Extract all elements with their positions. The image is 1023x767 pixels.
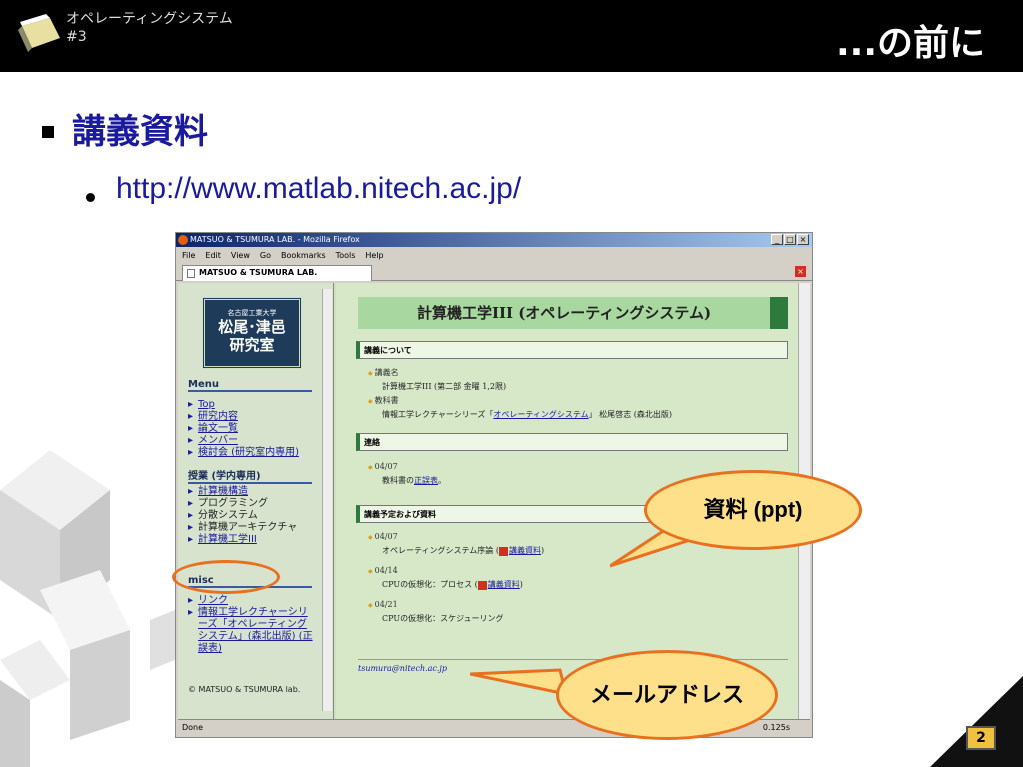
item-textbook: 教科書 情報工学レクチャーシリーズ「オペレーティングシステム」 松尾啓志 (森北… — [368, 395, 672, 421]
textbook-series: 情報工学レクチャーシリーズ「 — [382, 410, 494, 419]
section-classes: 授業 (学内専用) — [188, 467, 312, 484]
materials-link[interactable]: 講義資料 — [488, 580, 520, 589]
page-icon — [187, 269, 195, 278]
firefox-icon — [178, 235, 188, 245]
nav-papers[interactable]: 論文一覧 — [188, 423, 299, 435]
ppt-icon — [498, 546, 508, 556]
sidebar-scrollbar[interactable] — [322, 289, 332, 711]
lecture-number: #3 — [66, 29, 87, 45]
menu-edit[interactable]: Edit — [205, 251, 221, 260]
schedule-item-2: 04/14 CPUの仮想化：プロセス (講義資料) — [368, 565, 523, 591]
notice-text: 教科書の — [382, 476, 414, 485]
nav-top[interactable]: Top — [188, 399, 299, 411]
menu-tools[interactable]: Tools — [336, 251, 356, 260]
schedule-date: 04/14 — [368, 565, 523, 578]
label-course-name: 講義名 — [368, 367, 506, 380]
bullet-square-icon — [42, 126, 54, 138]
window-controls: _ □ × — [771, 234, 809, 245]
nav-research[interactable]: 研究内容 — [188, 411, 299, 423]
lab-logo: 名古屋工業大学 松尾･津邑 研究室 — [202, 297, 302, 369]
course-title: オペレーティングシステム #3 — [66, 10, 233, 46]
slide-header: オペレーティングシステム #3 ...の前に — [0, 0, 1023, 72]
callout-materials: 資料 (ppt) — [644, 470, 862, 550]
minimize-button[interactable]: _ — [771, 234, 783, 245]
menu-view[interactable]: View — [231, 251, 250, 260]
nav-programming: プログラミング — [188, 498, 297, 510]
lab-name-line2: 研究室 — [229, 336, 275, 354]
nav-members[interactable]: メンバー — [188, 435, 299, 447]
callout-pointer-2 — [470, 668, 569, 696]
corner-decoration — [930, 676, 1023, 767]
lab-url[interactable]: http://www.matlab.nitech.ac.jp/ — [116, 172, 521, 206]
misc-links: リンク 情報工学レクチャーシリーズ「オペレーティングシステム」(森北出版) (正… — [188, 595, 316, 655]
close-button[interactable]: × — [797, 234, 809, 245]
textbook-link[interactable]: オペレーティングシステム — [493, 410, 588, 419]
schedule-item-1: 04/07 オペレーティングシステム序論 (講義資料) — [368, 531, 544, 557]
notice-end: 。 — [438, 476, 446, 485]
schedule-title: CPUの仮想化：プロセス — [382, 580, 473, 589]
notice-date: 04/07 — [368, 461, 446, 474]
menu-bar: File Edit View Go Bookmarks Tools Help — [176, 247, 812, 263]
item-course-name: 講義名 計算機工学III (第二部 金曜 1,2限) — [368, 367, 506, 393]
label-textbook: 教科書 — [368, 395, 672, 408]
load-time: 0.125s — [762, 723, 790, 732]
menu-bookmarks[interactable]: Bookmarks — [281, 251, 326, 260]
tab-close-icon[interactable]: × — [795, 266, 806, 277]
tab-lab[interactable]: MATSUO & TSUMURA LAB. — [182, 265, 372, 281]
course-banner: 計算機工学III (オペレーティングシステム) — [358, 297, 788, 329]
maximize-button[interactable]: □ — [784, 234, 796, 245]
sidebar: 名古屋工業大学 松尾･津邑 研究室 Menu Top 研究内容 論文一覧 メンバ… — [178, 283, 334, 719]
nav-seminar[interactable]: 検討会 (研究室内専用) — [188, 447, 299, 459]
callout-email: メールアドレス — [556, 650, 778, 740]
course-name: オペレーティングシステム — [66, 11, 233, 27]
menu-links: Top 研究内容 論文一覧 メンバー 検討会 (研究室内専用) — [188, 399, 299, 459]
cube-logo-icon — [18, 14, 60, 52]
materials-link[interactable]: 講義資料 — [509, 546, 541, 555]
window-title: MATSUO & TSUMURA LAB. - Mozilla Firefox — [190, 235, 360, 244]
nav-computer-eng-3[interactable]: 計算機工学III — [188, 534, 297, 546]
menu-file[interactable]: File — [182, 251, 195, 260]
errata-link[interactable]: 正誤表 — [414, 476, 438, 485]
status-text: Done — [182, 723, 204, 732]
ppt-icon — [477, 580, 487, 590]
section-menu: Menu — [188, 379, 312, 392]
header-notice: 連絡 — [356, 433, 788, 451]
heading-lecture-materials: 講義資料 — [72, 112, 208, 152]
item-notice: 04/07 教科書の正誤表。 — [368, 461, 446, 487]
nav-distributed: 分散システム — [188, 510, 297, 522]
schedule-date: 04/21 — [368, 599, 504, 612]
nav-computer-structure[interactable]: 計算機構造 — [188, 486, 297, 498]
menu-help[interactable]: Help — [365, 251, 383, 260]
slide-title: ...の前に — [835, 23, 985, 64]
nav-lecture-series[interactable]: 情報工学レクチャーシリーズ「オペレーティングシステム」(森北出版) (正誤表) — [188, 607, 316, 655]
class-links: 計算機構造 プログラミング 分散システム 計算機アーキテクチャ 計算機工学III — [188, 486, 297, 546]
nav-architecture: 計算機アーキテクチャ — [188, 522, 297, 534]
schedule-date: 04/07 — [368, 531, 544, 544]
schedule-title: CPUの仮想化：スケジューリング — [382, 614, 504, 623]
value-course-name: 計算機工学III (第二部 金曜 1,2限) — [382, 382, 507, 391]
bullet-dot-icon — [86, 193, 95, 202]
header-about: 講義について — [356, 341, 788, 359]
tab-bar: MATSUO & TSUMURA LAB. × — [176, 263, 812, 281]
tab-label: MATSUO & TSUMURA LAB. — [199, 268, 318, 277]
copyright: © MATSUO & TSUMURA lab. — [188, 685, 301, 694]
highlight-ring — [172, 560, 280, 594]
page-number: 2 — [966, 726, 996, 750]
textbook-author: 」 松尾啓志 (森北出版) — [588, 410, 672, 419]
nav-links[interactable]: リンク — [188, 595, 316, 607]
schedule-title: オペレーティングシステム序論 — [382, 546, 494, 555]
menu-go[interactable]: Go — [260, 251, 271, 260]
browser-titlebar: MATSUO & TSUMURA LAB. - Mozilla Firefox … — [176, 233, 812, 247]
university-name: 名古屋工業大学 — [227, 309, 277, 317]
schedule-item-3: 04/21 CPUの仮想化：スケジューリング — [368, 599, 504, 625]
lab-name-line1: 松尾･津邑 — [218, 318, 286, 336]
